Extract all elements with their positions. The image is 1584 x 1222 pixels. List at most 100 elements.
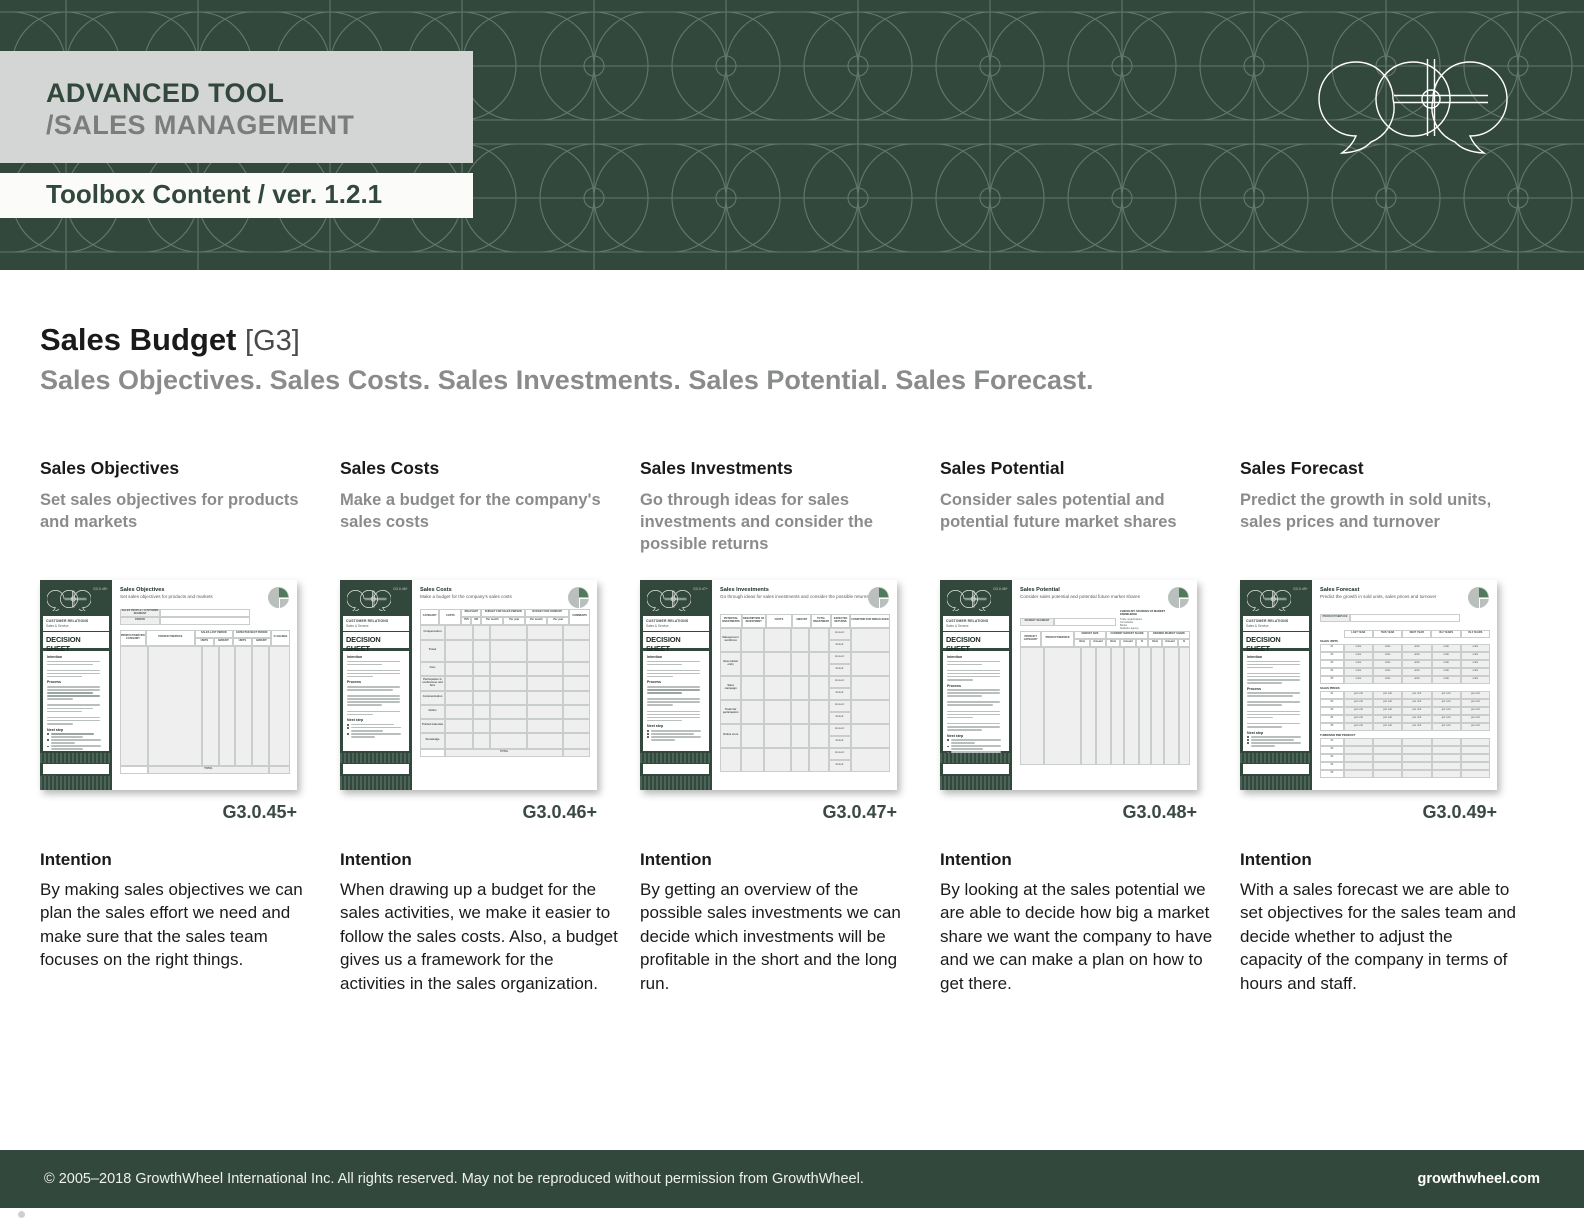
sheet-comments-box: Comments (43, 764, 109, 778)
sheet-subcategory: Sales & Service (1246, 623, 1269, 628)
toolbox-content-page: ADVANCED TOOL /SALES MANAGEMENT Toolbox … (0, 0, 1584, 1222)
sheet-col-subheader: Amount (1120, 638, 1136, 647)
sheet-logo-icon (347, 590, 391, 611)
wheel-icon (568, 587, 589, 608)
toolbox-version-label: Toolbox Content / ver. 1.2.1 (46, 179, 383, 209)
sheet-cell-label: Amount: (828, 675, 851, 688)
sheet-unit: units (1373, 675, 1403, 684)
sheet-subtitle: Consider sales potential and potential f… (1020, 594, 1141, 599)
sheet-type-box: DECISION SHEET v1.2 (643, 632, 709, 659)
sheet-price: per unit (1373, 690, 1403, 699)
sheet-unit: units (1343, 667, 1374, 676)
sheet-subtitle: Predict the growth in sold units, sales … (1320, 594, 1437, 599)
sheet-logo-icon (647, 590, 691, 611)
sheet-col-subheader: UNITS (232, 637, 252, 646)
sheet-price: per unit (1402, 698, 1432, 707)
sheet-section-heading: Next step (47, 727, 64, 732)
sheet-category: CUSTOMER RELATIONS (46, 618, 89, 623)
intention-heading: Intention (340, 850, 412, 869)
sheet-price: per unit (1431, 722, 1461, 731)
sheet-price: per unit (1373, 706, 1403, 715)
sheet-unit: units (1460, 643, 1490, 652)
sheet-thumbnail-sales-forecast[interactable]: G3.0.49+ CUSTOMER RELATIONS Sales & Serv… (1240, 580, 1497, 790)
sheet-category: CUSTOMER RELATIONS (1246, 618, 1289, 623)
sheet-row-label: #1 (1320, 643, 1344, 652)
sheet-code-label: G3.0.45+ (222, 802, 297, 822)
page-title-code: [G3] (245, 325, 300, 357)
wheel-icon (268, 587, 289, 608)
sheet-section-heading: Process (1247, 686, 1261, 691)
sheet-cell-label: Period: (828, 663, 851, 676)
sheet-price: per unit (1343, 706, 1374, 715)
sheet-unit: units (1460, 659, 1490, 668)
intention-sales-forecast: Intention With a sales forecast we are a… (1240, 850, 1540, 995)
tool-column-title: Sales Potential (940, 458, 1065, 478)
sheet-group-label: TURNOVER PER PRODUCT (1320, 733, 1356, 737)
thumbnail-slot-sales-forecast: G3.0.49+ CUSTOMER RELATIONS Sales & Serv… (1240, 580, 1540, 822)
sheet-col-header: PRODUCT/SERVICE (1041, 630, 1074, 647)
sheet-subtitle: Make a budget for the company's sales co… (420, 594, 512, 599)
sheet-category-box: CUSTOMER RELATIONS Sales & Service (343, 616, 409, 631)
sheet-title: Sales Investments (720, 587, 769, 593)
sheet-category: CUSTOMER RELATIONS (946, 618, 989, 623)
sheet-row-label: Sales campaign (720, 675, 742, 700)
sheet-unit: units (1431, 651, 1461, 660)
sheet-unit: units (1343, 675, 1374, 684)
sheet-price: per unit (1431, 698, 1461, 707)
sheet-section-heading: Intention (347, 655, 363, 659)
sheet-row-label: #3 (1320, 659, 1344, 668)
intention-text: With a sales forecast we are able to set… (1240, 880, 1516, 993)
sheet-comments-box (343, 764, 409, 774)
sheet-col-subheader: % (1136, 638, 1148, 647)
sheet-unit: units (1373, 659, 1403, 668)
sheet-cell-label: Amount: (828, 699, 851, 712)
intention-heading: Intention (1240, 850, 1312, 869)
sheet-col-subheader: YES (461, 616, 472, 625)
sheet-col-header: MARKET SIZE (1074, 630, 1106, 639)
sheet-unit: units (1373, 651, 1403, 660)
sheet-subtitle: Set sales objectives for products and ma… (120, 594, 213, 599)
sheet-field-label: PRODUCT/SERVICE (1320, 613, 1350, 622)
scroll-indicator-dot[interactable] (18, 1211, 25, 1218)
tool-column-title: Sales Objectives (40, 458, 180, 478)
sheet-section-heading: Process (47, 680, 61, 685)
sheet-sidebar: G3.0.47+ CUSTOMER RELATIONS Sales & Serv… (640, 580, 712, 790)
thumbnail-slot-sales-investments: G3.0.47+ CUSTOMER RELATIONS Sales & Serv… (640, 580, 940, 822)
sheet-col-subheader: Per year (547, 616, 570, 625)
sheet-price: per unit (1402, 722, 1432, 731)
sheet-thumbnail-sales-potential[interactable]: G3.0.48+ CUSTOMER RELATIONS Sales & Serv… (940, 580, 1197, 790)
sheet-col-subheader: Per month (525, 616, 548, 625)
sheet-price: per unit (1373, 698, 1403, 707)
sheet-row-label: Knowledge (420, 732, 446, 749)
sheet-sections-box: Intention Process Next step (43, 651, 109, 751)
tool-column-sales-forecast: Sales Forecast Predict the growth in sol… (1240, 458, 1540, 555)
sheet-thumbnail-sales-objectives[interactable]: G3.0.45+ CUSTOMER RELATIONS Sales & Serv… (40, 580, 297, 790)
sheet-col-header: CURRENT MARKET SHARE (1106, 630, 1148, 639)
intention-sales-objectives: Intention By making sales objectives we … (40, 850, 340, 995)
sheet-row-label: #2 (1320, 698, 1344, 707)
page-title-block: Sales Budget [G3] Sales Objectives. Sale… (40, 322, 1094, 396)
sheet-thumbnail-sales-investments[interactable]: G3.0.47+ CUSTOMER RELATIONS Sales & Serv… (640, 580, 897, 790)
sheet-thumbnail-sales-costs[interactable]: G3.0.46+ CUSTOMER RELATIONS Sales & Serv… (340, 580, 597, 790)
sheet-row-label: Communication (420, 690, 446, 705)
sheet-row-label: #5 (1320, 722, 1344, 731)
sheet-row-label: #1 (1320, 690, 1344, 699)
sheet-col-header: IN 3 YEARS (1460, 629, 1490, 638)
sheet-comments-box (943, 764, 1009, 774)
sheet-table: SALES PEOPLE / CUSTOMER SEGMENT PERIOD P… (120, 608, 290, 774)
sheet-doc-code: G3.0.47+ (693, 587, 708, 591)
sheet-sidebar: G3.0.45+ CUSTOMER RELATIONS Sales & Serv… (40, 580, 112, 790)
sheet-col-header: COMMENTS (569, 608, 590, 625)
sheet-table: PRODUCT/SERVICE LAST YEAR THIS YEAR NEXT… (1320, 613, 1490, 778)
sheet-section-heading: Process (347, 680, 361, 685)
tool-column-title: Sales Forecast (1240, 458, 1364, 478)
intention-blocks: Intention By making sales objectives we … (40, 850, 1544, 995)
sheet-row-label: Compensation (420, 624, 446, 640)
sheet-table: CATEGORY COSTS RELEVANT YES NO BUDGET FOR… (420, 608, 590, 757)
sheet-main-area: Sales Investments Go through ideas for s… (712, 580, 897, 790)
growthwheel-speech-bubbles-logo (1318, 59, 1508, 154)
website-link[interactable]: growthwheel.com (1418, 1171, 1540, 1187)
tool-column-sales-objectives: Sales Objectives Set sales objectives fo… (40, 458, 340, 555)
sheet-section-heading: Intention (1247, 655, 1263, 659)
sheet-sections-box: Intention Process Next step (643, 651, 709, 751)
